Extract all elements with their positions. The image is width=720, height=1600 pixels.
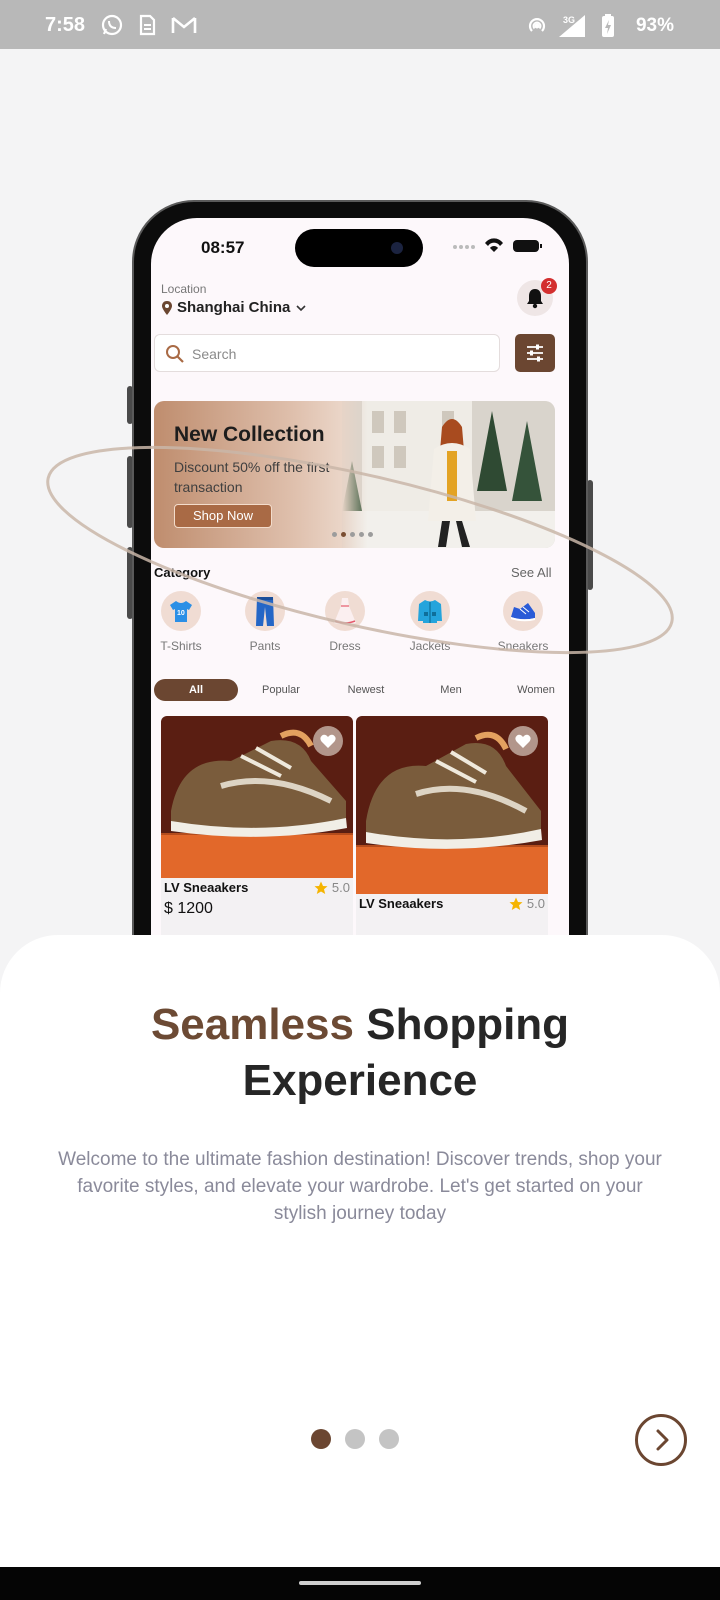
category-sneakers[interactable]: Sneakers [493,591,553,653]
page-indicator [311,1429,399,1449]
camera-icon [391,242,403,254]
heart-icon [320,734,336,748]
banner-dot-active [341,532,346,537]
favorite-button[interactable] [508,726,538,756]
status-time: 7:58 [45,14,86,36]
banner-dot [350,532,355,537]
home-indicator[interactable] [299,1581,421,1585]
filter-button[interactable] [515,334,555,372]
phone-screen: 08:57 Location Shanghai China 2 Search N… [151,218,569,938]
shop-now-button[interactable]: Shop Now [174,504,272,528]
chip-newest[interactable]: Newest [324,679,408,701]
category-dress[interactable]: Dress [315,591,375,653]
banner-dot [368,532,373,537]
headline-line2: Experience [242,1056,478,1105]
tshirt-icon: 10 [170,601,192,622]
page-dot [379,1429,399,1449]
chevron-right-icon [656,1429,669,1451]
chip-all[interactable]: All [154,679,238,701]
banner-pagination [332,532,373,537]
banner-dot [332,532,337,537]
heart-icon [515,734,531,748]
signal-icon: 3G [559,15,585,37]
status-bar: 7:58 3G 93% [0,0,720,49]
sim-icon [139,14,156,36]
hotspot-icon [528,18,546,32]
gmail-icon [171,16,197,33]
banner-dot [359,532,364,537]
product-rating: 5.0 [509,896,545,911]
sneaker-icon [511,603,535,622]
banner-subtitle: Discount 50% off the first transaction [174,459,330,495]
svg-text:10: 10 [177,610,185,617]
page-dot [345,1429,365,1449]
category-pants[interactable]: Pants [235,591,295,653]
banner-photo [342,401,555,548]
headline-accent: Seamless [150,1000,354,1049]
page-dot-active [311,1429,331,1449]
battery-level: 93% [635,15,674,36]
product-name: LV Sneaakers [164,880,249,895]
pants-icon [256,597,274,626]
network-type: 3G [563,15,575,25]
category-label: Jackets [409,639,451,653]
chip-popular[interactable]: Popular [239,679,323,701]
search-icon [166,345,184,363]
category-tshirts[interactable]: 10 T-Shirts [151,591,211,653]
product-rating: 5.0 [314,880,350,895]
chip-men[interactable]: Men [409,679,493,701]
battery-icon [602,14,614,37]
mockup-time: 08:57 [201,238,245,257]
search-input[interactable]: Search [154,334,500,372]
chip-women[interactable]: Women [494,679,569,701]
rating-value: 5.0 [331,880,350,895]
rating-value: 5.0 [526,896,545,911]
product-card[interactable]: LV Sneaakers 5.0 $ 1200 [161,716,353,938]
location-value: Shanghai China [177,299,291,316]
location-label: Location [161,282,207,296]
see-all-link[interactable]: See All [511,565,551,580]
category-label: Dress [329,639,361,653]
onboarding-sheet: Seamless Shopping Experience Welcome to … [0,935,720,1567]
promo-banner[interactable]: New Collection Discount 50% off the firs… [154,401,555,548]
category-label: T-Shirts [160,639,202,653]
product-card[interactable]: LV Sneaakers 5.0 [356,716,548,938]
jacket-icon [418,600,442,623]
mockup-status-icons [453,238,542,252]
category-title: Category [154,565,211,580]
notification-badge: 2 [541,278,557,294]
product-name: LV Sneaakers [359,896,444,911]
location-pin-icon [162,300,172,315]
headline-rest: Shopping [354,1000,570,1049]
onboarding-headline: Seamless Shopping Experience [0,997,720,1109]
dynamic-island [295,229,423,267]
location-selector[interactable]: Shanghai China [161,299,308,316]
next-button[interactable] [635,1414,687,1466]
sliders-icon [527,344,543,362]
filter-chips: All Popular Newest Men Women [154,679,569,703]
category-label: Sneakers [497,639,549,653]
dress-icon [334,598,356,625]
onboarding-description: Welcome to the ultimate fashion destinat… [58,1149,662,1224]
banner-title: New Collection [174,423,325,446]
system-nav-bar [0,1567,720,1600]
star-icon [509,897,523,910]
category-label: Pants [249,639,281,653]
notification-button[interactable]: 2 [517,278,557,316]
whatsapp-icon [101,14,123,36]
product-price: $ 1200 [164,900,213,917]
category-jackets[interactable]: Jackets [400,591,460,653]
favorite-button[interactable] [313,726,343,756]
chevron-down-icon [296,304,306,311]
search-placeholder: Search [192,346,237,362]
star-icon [314,881,328,894]
